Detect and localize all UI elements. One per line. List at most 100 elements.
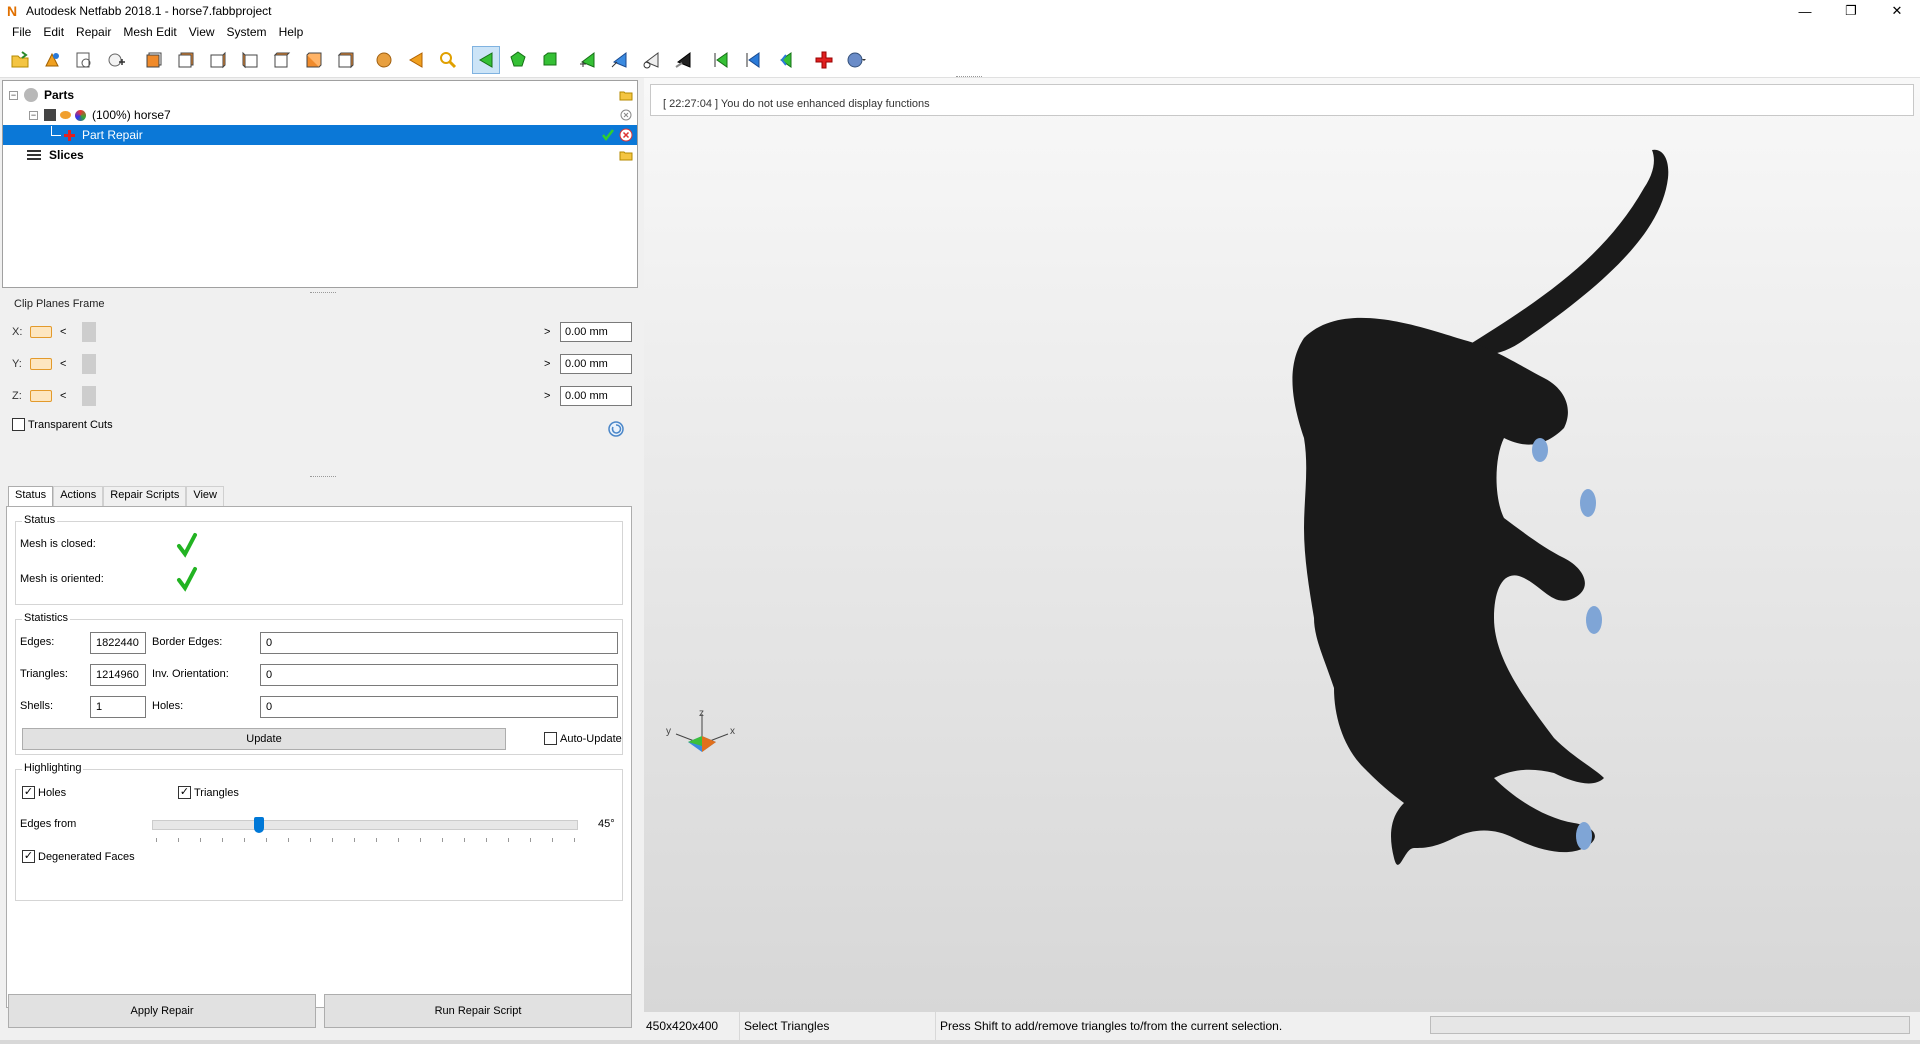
tree-row-part-repair[interactable]: Part Repair	[3, 125, 637, 145]
transparent-cuts-checkbox[interactable]	[12, 418, 25, 431]
right-view-icon[interactable]	[236, 46, 264, 74]
tab-repair-scripts[interactable]: Repair Scripts	[103, 486, 187, 506]
open-project-icon[interactable]	[6, 46, 34, 74]
clip-plane-icon[interactable]	[30, 326, 52, 338]
holes-field[interactable]: 0	[260, 696, 618, 718]
remove-part-icon[interactable]	[619, 108, 633, 122]
clip-value-y[interactable]: 0.00 mm	[560, 354, 632, 374]
zoom-icon[interactable]	[434, 46, 462, 74]
3d-viewport[interactable]: [ 22:27:04 ] You do not use enhanced dis…	[644, 76, 1920, 1012]
help-icon[interactable]	[842, 46, 870, 74]
edges-label: Edges:	[20, 636, 55, 648]
slider-right-arrow[interactable]: >	[544, 326, 550, 338]
view-left-icon[interactable]	[708, 46, 736, 74]
auto-update-checkbox[interactable]	[544, 732, 557, 745]
menu-view[interactable]: View	[183, 25, 221, 39]
slider-thumb[interactable]	[82, 354, 96, 374]
perspective-view-icon[interactable]	[332, 46, 360, 74]
clip-slider-x[interactable]	[82, 322, 542, 342]
select-surface-icon[interactable]	[504, 46, 532, 74]
restore-button[interactable]: ❐	[1828, 0, 1874, 22]
folder-icon[interactable]	[619, 148, 633, 162]
apply-check-icon[interactable]	[601, 128, 615, 142]
slider-left-arrow[interactable]: <	[60, 390, 66, 402]
slider-left-arrow[interactable]: <	[60, 326, 66, 338]
bottom-view-icon[interactable]	[300, 46, 328, 74]
select-shell-icon[interactable]	[536, 46, 564, 74]
run-repair-script-button[interactable]: Run Repair Script	[324, 994, 632, 1028]
slider-right-arrow[interactable]: >	[544, 390, 550, 402]
select-triangle-icon[interactable]	[472, 45, 500, 74]
tab-actions[interactable]: Actions	[53, 486, 104, 506]
edges-from-slider[interactable]	[152, 820, 578, 830]
front-view-icon[interactable]	[140, 46, 168, 74]
menu-repair[interactable]: Repair	[70, 25, 117, 39]
view-right-icon[interactable]	[772, 46, 800, 74]
transparent-cuts-option[interactable]: Transparent Cuts	[12, 418, 113, 431]
inv-orientation-field[interactable]: 0	[260, 664, 618, 686]
folder-icon[interactable]	[619, 88, 633, 102]
slider-left-arrow[interactable]: <	[60, 358, 66, 370]
close-button[interactable]: ✕	[1874, 0, 1920, 22]
menu-help[interactable]: Help	[273, 25, 310, 39]
splitter-handle[interactable]	[310, 292, 336, 296]
holes-option[interactable]: ✓ Holes	[22, 786, 66, 799]
border-edges-field[interactable]: 0	[260, 632, 618, 654]
collapse-icon[interactable]: −	[9, 90, 18, 100]
erase-icon[interactable]	[670, 46, 698, 74]
clip-value-x[interactable]: 0.00 mm	[560, 322, 632, 342]
add-triangle-icon[interactable]	[574, 46, 602, 74]
holes-checkbox[interactable]: ✓	[22, 786, 35, 799]
degenerated-faces-option[interactable]: ✓ Degenerated Faces	[22, 850, 135, 863]
slider-right-arrow[interactable]: >	[544, 358, 550, 370]
tree-row-parts[interactable]: − Parts	[3, 85, 637, 105]
tab-view[interactable]: View	[186, 486, 224, 506]
left-view-icon[interactable]	[204, 46, 232, 74]
viewport-splitter[interactable]	[956, 76, 982, 77]
update-button[interactable]: Update	[22, 728, 506, 750]
repair-icon[interactable]	[810, 46, 838, 74]
tree-row-slices[interactable]: Slices	[3, 145, 637, 165]
sphere-icon[interactable]	[370, 46, 398, 74]
clip-value-z[interactable]: 0.00 mm	[560, 386, 632, 406]
view-center-icon[interactable]	[740, 46, 768, 74]
color-icon[interactable]	[75, 109, 86, 121]
eye-icon[interactable]	[60, 111, 71, 119]
minimize-button[interactable]: —	[1782, 0, 1828, 22]
auto-update-option[interactable]: Auto-Update	[544, 732, 622, 745]
triangles-option[interactable]: ✓ Triangles	[178, 786, 239, 799]
slider-thumb[interactable]	[82, 322, 96, 342]
collapse-icon[interactable]: −	[29, 110, 38, 120]
triangles-checkbox[interactable]: ✓	[178, 786, 191, 799]
top-view-icon[interactable]	[268, 46, 296, 74]
export-icon[interactable]	[70, 46, 98, 74]
horse-model[interactable]	[644, 78, 1920, 1012]
tree-row-horse7[interactable]: − (100%) horse7	[3, 105, 637, 125]
clip-slider-z[interactable]	[82, 386, 542, 406]
splitter-handle[interactable]	[310, 476, 336, 480]
menu-edit[interactable]: Edit	[37, 25, 70, 39]
clip-slider-y[interactable]	[82, 354, 542, 374]
back-view-icon[interactable]	[172, 46, 200, 74]
edges-from-slider-thumb[interactable]	[253, 817, 264, 833]
menu-mesh-edit[interactable]: Mesh Edit	[117, 25, 182, 39]
edges-field[interactable]: 1822440	[90, 632, 146, 654]
back-arrow-icon[interactable]	[402, 46, 430, 74]
slider-thumb[interactable]	[82, 386, 96, 406]
tab-status[interactable]: Status	[8, 486, 54, 506]
reset-icon[interactable]	[607, 420, 625, 438]
triangles-field[interactable]: 1214960	[90, 664, 146, 686]
menu-file[interactable]: File	[6, 25, 37, 39]
degenerated-faces-checkbox[interactable]: ✓	[22, 850, 35, 863]
shells-field[interactable]: 1	[90, 696, 146, 718]
cancel-repair-icon[interactable]	[619, 128, 633, 142]
menu-system[interactable]: System	[221, 25, 273, 39]
add-part-icon[interactable]	[38, 46, 66, 74]
hoof	[1580, 489, 1596, 517]
clip-plane-icon[interactable]	[30, 390, 52, 402]
cut-icon[interactable]	[638, 46, 666, 74]
apply-repair-button[interactable]: Apply Repair	[8, 994, 316, 1028]
add-icon[interactable]	[102, 46, 130, 74]
clip-plane-icon[interactable]	[30, 358, 52, 370]
move-point-icon[interactable]	[606, 46, 634, 74]
